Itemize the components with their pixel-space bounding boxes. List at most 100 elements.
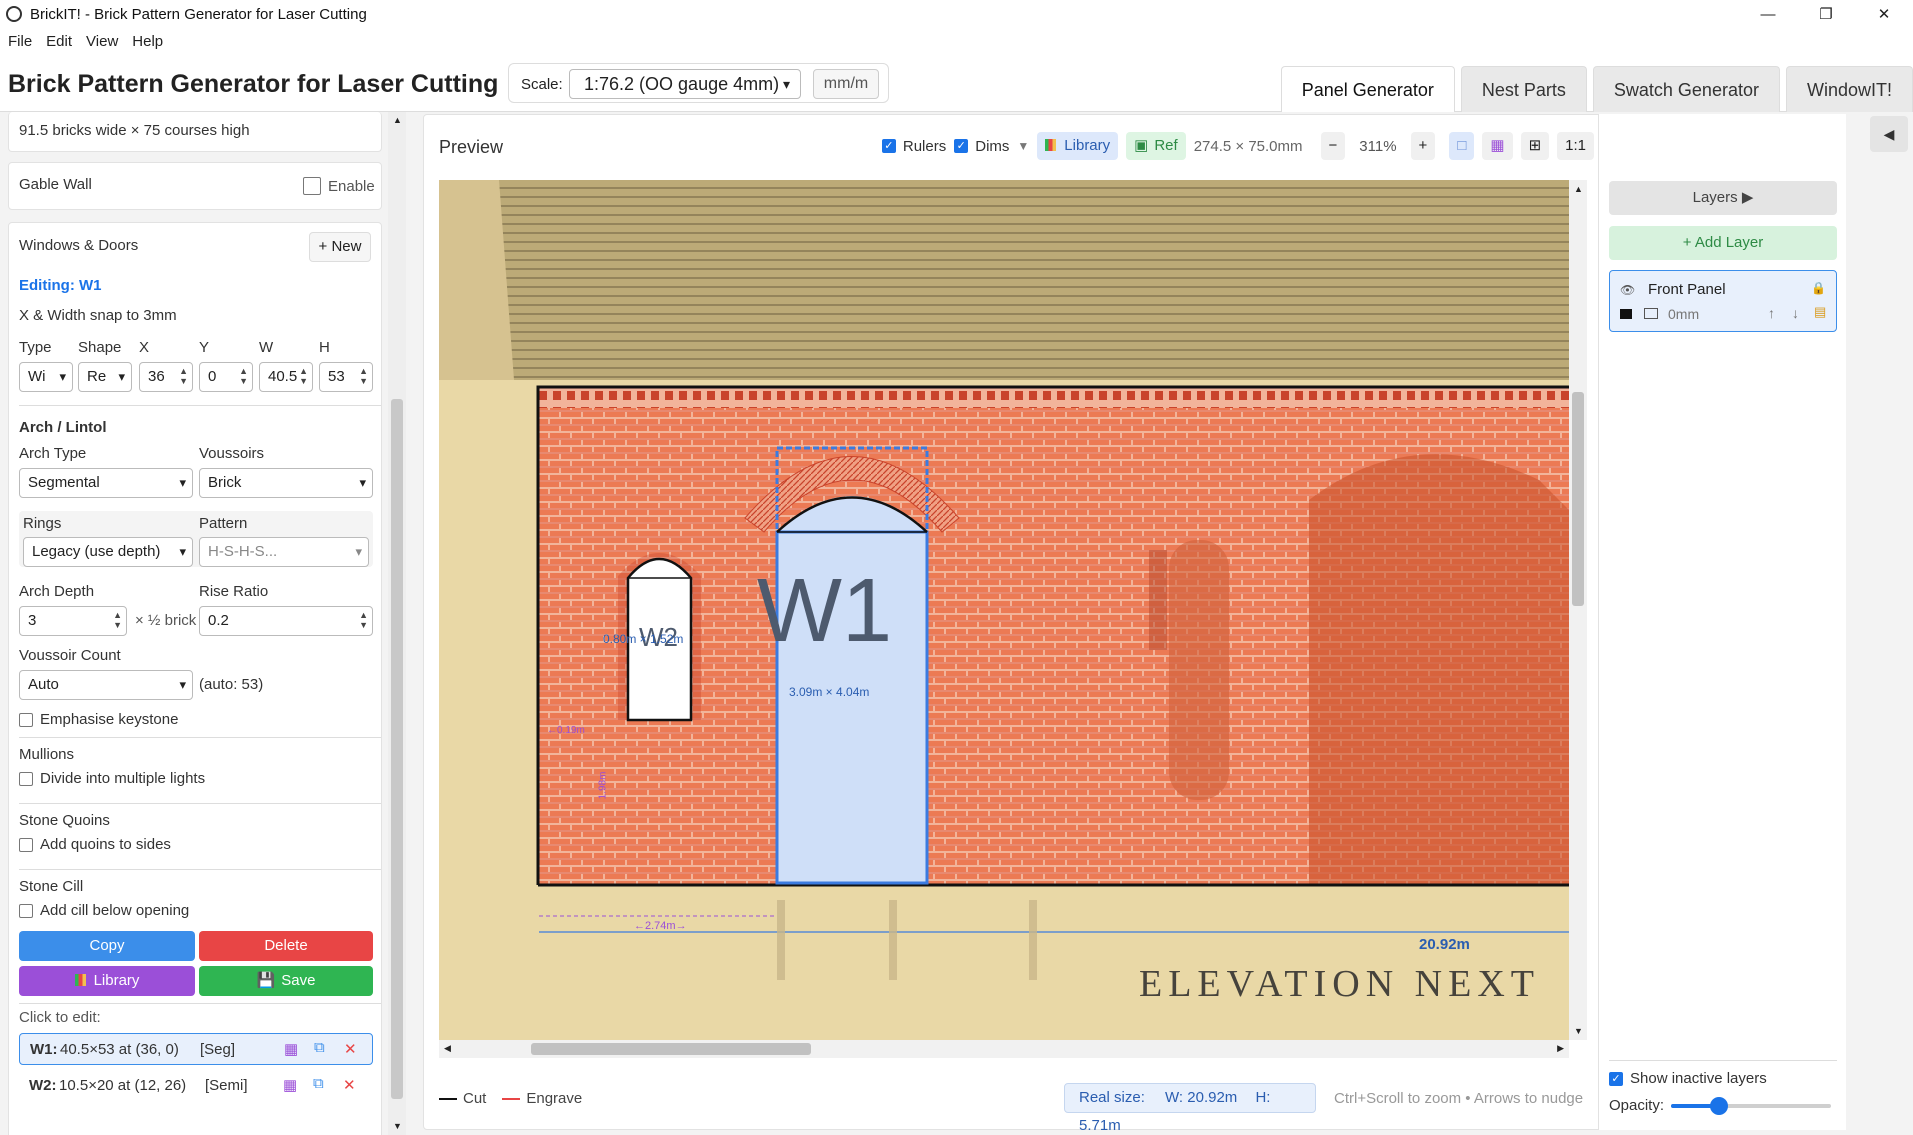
preview-canvas[interactable]: W1 W2 3.09m × 4.04m 0.80m × 1.52m ←2.74m… bbox=[439, 180, 1569, 1040]
select-mode-icon[interactable]: □ bbox=[1449, 132, 1475, 160]
zoom-out-button[interactable]: − bbox=[1320, 132, 1346, 160]
scroll-right-icon[interactable]: ▶ bbox=[1557, 1043, 1564, 1054]
move-down-icon[interactable]: ↓ bbox=[1792, 305, 1799, 321]
preview-panel: Preview ✓ Rulers ✓ Dims ▼ Library ▣ Ref 274… bbox=[423, 114, 1605, 1134]
unit-button[interactable]: mm/m bbox=[813, 69, 879, 99]
type-select[interactable]: Wi ▾ bbox=[19, 362, 73, 392]
preview-h-scrollbar[interactable]: ◀ ▶ bbox=[439, 1040, 1569, 1058]
quoins-checkbox[interactable]: Add quoins to sides bbox=[19, 836, 171, 853]
scroll-left-icon[interactable]: ◀ bbox=[444, 1043, 451, 1054]
ref-button[interactable]: ▣ Ref bbox=[1126, 132, 1186, 160]
scroll-thumb[interactable] bbox=[1572, 392, 1584, 606]
gable-enable-checkbox[interactable]: Enable bbox=[303, 177, 375, 195]
new-window-button[interactable]: + New bbox=[309, 232, 371, 262]
add-layer-button[interactable]: + Add Layer bbox=[1609, 226, 1837, 260]
shape-select[interactable]: Re ▾ bbox=[78, 362, 132, 392]
rise-ratio-input[interactable]: 0.2 ▲ ▼ bbox=[199, 606, 373, 636]
tab-nest-parts[interactable]: Nest Parts bbox=[1460, 66, 1587, 112]
w2-dimensions: 0.80m × 1.52m bbox=[603, 632, 684, 646]
left-scrollbar[interactable]: ▲ ▼ bbox=[388, 112, 406, 1135]
maximize-button[interactable]: ❐ bbox=[1797, 0, 1855, 28]
show-inactive-checkbox[interactable]: ✓ Show inactive layers bbox=[1609, 1070, 1767, 1087]
library-icon[interactable]: ▦ bbox=[284, 1040, 298, 1058]
real-width: W: 20.92m bbox=[1165, 1089, 1238, 1106]
close-button[interactable]: ✕ bbox=[1855, 0, 1913, 28]
copy-icon[interactable]: ⧉ bbox=[313, 1075, 324, 1092]
opacity-slider[interactable] bbox=[1671, 1097, 1831, 1115]
actual-size-button[interactable]: 1:1 bbox=[1557, 132, 1594, 160]
save-button[interactable]: 💾 Save bbox=[199, 966, 373, 996]
arch-type-label: Arch Type bbox=[19, 445, 87, 462]
collapse-panel-button[interactable]: ◀ bbox=[1870, 116, 1908, 152]
keystone-checkbox[interactable]: Emphasise keystone bbox=[19, 711, 178, 728]
menu-help[interactable]: Help bbox=[132, 33, 163, 50]
cill-checkbox[interactable]: Add cill below opening bbox=[19, 902, 189, 919]
checkbox-box bbox=[303, 177, 321, 195]
eye-icon[interactable]: 👁 bbox=[1620, 283, 1635, 297]
tab-swatch-generator[interactable]: Swatch Generator bbox=[1592, 66, 1780, 112]
minimize-button[interactable]: — bbox=[1739, 0, 1797, 28]
voussoir-count-select[interactable]: Auto ▾ bbox=[19, 670, 193, 700]
menu-file[interactable]: File bbox=[8, 33, 32, 50]
opacity-slider-thumb[interactable] bbox=[1710, 1097, 1728, 1115]
y-input[interactable]: 0 ▲ ▼ bbox=[199, 362, 253, 392]
rings-select[interactable]: Legacy (use depth) ▾ bbox=[23, 537, 193, 567]
navigation-hint: Ctrl+Scroll to zoom • Arrows to nudge bbox=[1334, 1090, 1584, 1107]
menu-view[interactable]: View bbox=[86, 33, 118, 50]
menu-edit[interactable]: Edit bbox=[46, 33, 72, 50]
dims-dropdown-icon[interactable]: ▼ bbox=[1017, 139, 1029, 153]
scroll-thumb[interactable] bbox=[531, 1043, 811, 1055]
color-swatch[interactable] bbox=[1620, 309, 1632, 319]
keystone-label: Emphasise keystone bbox=[40, 711, 179, 728]
h-input[interactable]: 53 ▲ ▼ bbox=[319, 362, 373, 392]
dims-checkbox[interactable]: ✓ Dims bbox=[954, 138, 1009, 155]
rise-ratio-label: Rise Ratio bbox=[199, 583, 269, 600]
tab-windowit[interactable]: WindowIT! bbox=[1785, 66, 1913, 112]
fill-swatch[interactable] bbox=[1644, 308, 1658, 319]
scroll-up-icon[interactable]: ▲ bbox=[1574, 184, 1583, 194]
real-size-box: Real size: W: 20.92m H: 5.71m bbox=[1064, 1083, 1316, 1134]
pattern-select[interactable]: H-S-H-S... ▾ bbox=[199, 537, 369, 567]
left-offset-dimension: ←0.19m bbox=[547, 725, 585, 736]
scroll-thumb[interactable] bbox=[391, 399, 403, 1099]
mullions-checkbox[interactable]: Divide into multiple lights bbox=[19, 770, 205, 787]
x-input[interactable]: 36 ▲ ▼ bbox=[139, 362, 193, 392]
delete-button[interactable]: Delete bbox=[199, 931, 373, 961]
item-id: W1: bbox=[30, 1041, 58, 1058]
clipboard-icon[interactable]: ▤ bbox=[1814, 304, 1826, 320]
scroll-down-icon[interactable]: ▼ bbox=[1574, 1026, 1583, 1036]
summary-card: 91.5 bricks wide × 75 courses high bbox=[8, 112, 382, 152]
voussoirs-select[interactable]: Brick ▾ bbox=[199, 468, 373, 498]
rulers-checkbox[interactable]: ✓ Rulers bbox=[881, 138, 946, 155]
dentil-course bbox=[539, 388, 1569, 408]
list-item[interactable]: W1: 40.5×53 at (36, 0) [Seg] ▦ ⧉ ✕ bbox=[19, 1033, 373, 1065]
grid-icon[interactable]: ⊞ bbox=[1520, 132, 1550, 160]
list-item[interactable]: W2: 10.5×20 at (12, 26) [Semi] ▦ ⧉ ✕ bbox=[19, 1070, 373, 1102]
layer-view-icon[interactable]: ▦ bbox=[1482, 132, 1513, 160]
mullions-label: Divide into multiple lights bbox=[40, 770, 206, 787]
library-button[interactable]: Library bbox=[19, 966, 195, 996]
arch-depth-input[interactable]: 3 ▲ ▼ bbox=[19, 606, 127, 636]
library-icon[interactable]: ▦ bbox=[283, 1076, 297, 1094]
scroll-down-icon[interactable]: ▼ bbox=[393, 1121, 402, 1131]
layers-header-button[interactable]: Layers ▶ bbox=[1609, 181, 1837, 215]
preview-toolbar: ✓ Rulers ✓ Dims ▼ Library ▣ Ref 274.5 × 75.… bbox=[874, 131, 1594, 161]
spinner-icon: ▲ ▼ bbox=[299, 366, 308, 386]
scroll-up-icon[interactable]: ▲ bbox=[393, 115, 402, 125]
divider bbox=[19, 869, 381, 870]
close-icon[interactable]: ✕ bbox=[344, 1040, 357, 1058]
copy-button[interactable]: Copy bbox=[19, 931, 195, 961]
move-up-icon[interactable]: ↑ bbox=[1768, 305, 1775, 321]
lock-icon[interactable]: 🔒 bbox=[1811, 281, 1826, 295]
copy-icon[interactable]: ⧉ bbox=[314, 1039, 325, 1056]
preview-v-scrollbar[interactable]: ▲ ▼ bbox=[1569, 180, 1587, 1040]
w-input[interactable]: 40.5 ▲ ▼ bbox=[259, 362, 313, 392]
tab-panel-generator[interactable]: Panel Generator bbox=[1280, 66, 1455, 112]
zoom-in-button[interactable]: + bbox=[1410, 132, 1436, 160]
w1-label: W1 bbox=[757, 561, 892, 661]
preview-library-button[interactable]: Library bbox=[1037, 132, 1119, 160]
arch-type-select[interactable]: Segmental ▾ bbox=[19, 468, 193, 498]
scale-select[interactable]: 1:76.2 (OO gauge 4mm) ▾ bbox=[569, 69, 801, 99]
layer-item[interactable]: 👁 Front Panel 🔒 0mm ↑ ↓ ▤ bbox=[1609, 270, 1837, 332]
close-icon[interactable]: ✕ bbox=[343, 1076, 356, 1094]
